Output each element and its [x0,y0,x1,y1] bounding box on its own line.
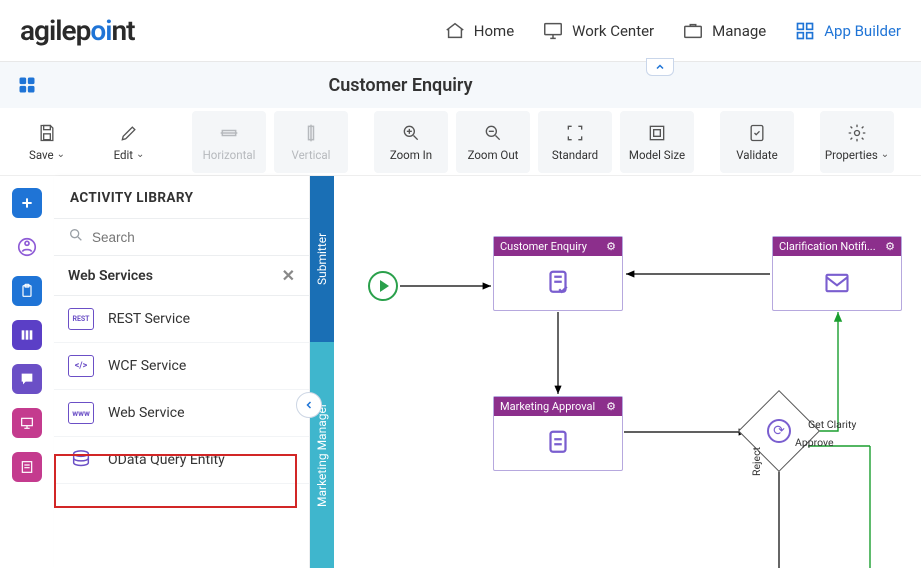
validate-icon [746,122,768,144]
edge-label-approve: Approve [795,436,834,449]
gear-icon [846,122,868,144]
header-collapse-toggle[interactable] [646,58,674,76]
zoom-model-size-button[interactable]: Model Size [620,111,694,173]
tool-label: Zoom Out [468,148,519,162]
align-horizontal-icon [218,122,240,144]
align-vertical-button[interactable]: Vertical [274,111,348,173]
swimlane-marketing-manager[interactable]: Marketing Manager [310,342,334,568]
logo: agilepoint [20,14,135,47]
tool-label: Vertical [292,148,331,162]
tool-label: Validate [736,148,778,162]
gear-icon[interactable]: ⚙ [606,400,616,413]
home-icon [444,20,466,42]
briefcase-icon [682,20,704,42]
swimlane-submitter[interactable]: Submitter [310,176,334,342]
edges-svg [310,176,921,568]
tool-label: Properties [825,148,878,162]
gateway-icon: ⟳ [767,419,791,443]
standard-icon [564,122,586,144]
task-title: Customer Enquiry [500,240,587,253]
tool-label: Standard [552,148,598,162]
align-vertical-icon [300,122,322,144]
save-button[interactable]: Save⌄ [10,111,84,173]
rail-doc-button[interactable] [12,452,42,482]
activity-rest-service[interactable]: REST REST Service [54,296,309,343]
tool-label: Edit [114,148,133,162]
monitor-icon [542,20,564,42]
gear-icon[interactable]: ⚙ [885,240,895,253]
zoom-in-button[interactable]: Zoom In [374,111,448,173]
section-title: Web Services [68,268,153,284]
activity-label: WCF Service [108,358,186,374]
rail-present-button[interactable] [12,408,42,438]
rail-clipboard-button[interactable] [12,276,42,306]
activity-odata-query-entity[interactable]: OData Query Entity [54,437,309,484]
process-canvas[interactable]: Submitter Marketing Manager Cu [310,176,921,568]
task-customer-enquiry[interactable]: Customer Enquiry ⚙ [493,236,623,311]
apps-grid-button[interactable] [14,72,40,98]
nav-label: Work Center [572,22,654,40]
activity-label: OData Query Entity [108,452,225,468]
tool-label: Save [29,148,54,162]
nav-work-center[interactable]: Work Center [542,20,654,42]
start-node[interactable] [368,271,398,301]
save-icon [36,122,58,144]
task-title: Clarification Notifi... [779,240,876,253]
nav-home[interactable]: Home [444,20,514,42]
nav-app-builder[interactable]: App Builder [794,20,901,42]
activity-library-panel: ACTIVITY LIBRARY Web Services ✕ REST RES… [54,176,310,568]
logo-text: agilep [20,14,90,47]
web-icon: www [68,402,94,424]
activity-wcf-service[interactable]: </> WCF Service [54,343,309,390]
properties-button[interactable]: Properties⌄ [820,111,894,173]
nav-label: App Builder [824,22,901,40]
tool-label: Zoom In [390,148,432,162]
rest-icon: REST [68,308,94,330]
wcf-icon: </> [68,355,94,377]
zoom-out-button[interactable]: Zoom Out [456,111,530,173]
nav-manage[interactable]: Manage [682,20,766,42]
logo-text-end: nt [111,14,134,47]
nav-label: Home [474,22,514,40]
sidebar-title: ACTIVITY LIBRARY [54,176,309,218]
activity-label: Web Service [108,405,185,421]
chevron-down-icon: ⌄ [57,149,65,160]
logo-accent: oi [90,14,111,47]
zoom-standard-button[interactable]: Standard [538,111,612,173]
nav-label: Manage [712,22,766,40]
page-title: Customer Enquiry [40,75,921,96]
tool-label: Model Size [629,148,685,162]
zoom-in-icon [400,122,422,144]
zoom-out-icon [482,122,504,144]
activity-web-service[interactable]: www Web Service [54,390,309,437]
rail-columns-button[interactable] [12,320,42,350]
search-icon [68,227,84,247]
rail-add-button[interactable] [12,188,42,218]
edit-icon [118,122,140,144]
edit-button[interactable]: Edit⌄ [92,111,166,173]
chevron-down-icon: ⌄ [136,149,144,160]
gear-icon[interactable]: ⚙ [606,240,616,253]
rail-activity-button[interactable] [12,232,42,262]
chevron-down-icon: ⌄ [881,149,889,160]
close-section-button[interactable]: ✕ [282,266,295,285]
align-horizontal-button[interactable]: Horizontal [192,111,266,173]
validate-button[interactable]: Validate [720,111,794,173]
database-icon [68,449,94,471]
rail-chat-button[interactable] [12,364,42,394]
task-clarification-notification[interactable]: Clarification Notifi... ⚙ [772,236,902,311]
apps-icon [794,20,816,42]
edge-label-get-clarity: Get Clarity [808,418,856,431]
task-title: Marketing Approval [500,400,595,413]
sidebar-collapse-button[interactable] [296,392,322,418]
search-input[interactable] [92,230,295,245]
model-size-icon [646,122,668,144]
search-wrap [54,218,309,256]
activity-label: REST Service [108,311,190,327]
tool-label: Horizontal [203,148,256,162]
edge-label-reject: Reject [750,447,763,476]
task-marketing-approval[interactable]: Marketing Approval ⚙ [493,396,623,471]
